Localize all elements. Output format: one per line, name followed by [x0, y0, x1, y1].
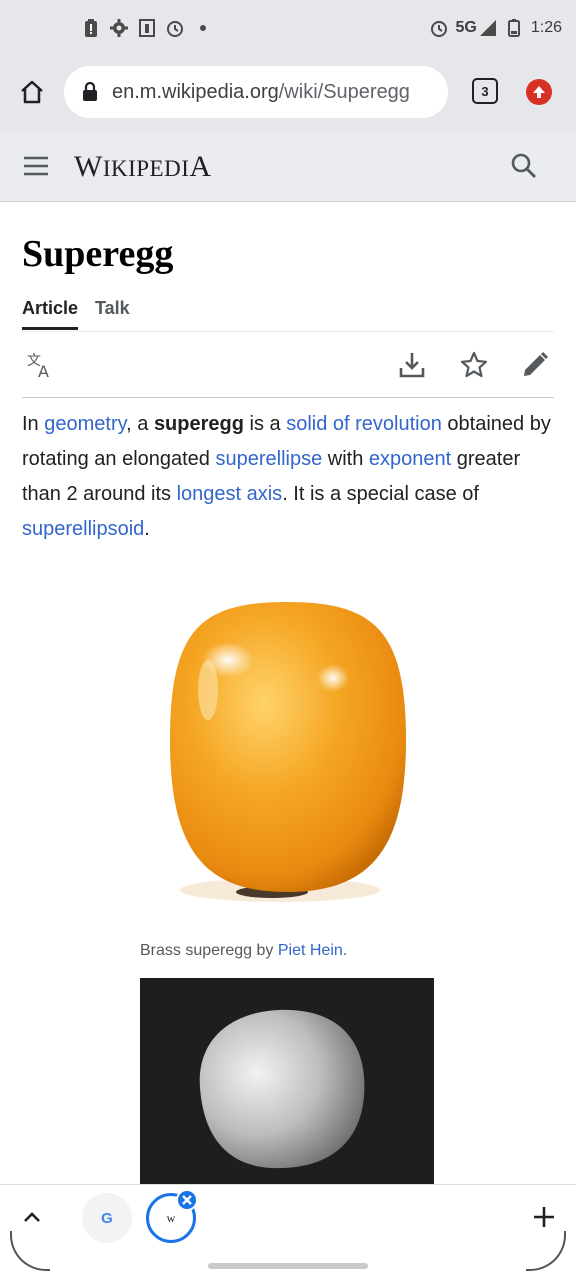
- chevron-up-icon: [24, 1212, 40, 1222]
- link-geometry[interactable]: geometry: [44, 413, 126, 435]
- browser-toolbar: en.m.wikipedia.org/wiki/Superegg 3: [0, 60, 576, 132]
- rendered-superegg-image[interactable]: [140, 978, 434, 1188]
- tab-talk[interactable]: Talk: [95, 298, 130, 327]
- alarm-icon: [430, 18, 448, 38]
- download-button[interactable]: [397, 350, 427, 380]
- arrow-up-icon: [533, 86, 545, 98]
- address-bar[interactable]: en.m.wikipedia.org/wiki/Superegg: [64, 66, 448, 118]
- svg-text:A: A: [38, 362, 49, 380]
- signal-icon: [479, 18, 497, 38]
- settings-icon: [110, 18, 128, 38]
- hamburger-icon: [24, 156, 48, 176]
- alarm-icon: [166, 18, 184, 38]
- notification-dot-icon: [194, 18, 212, 38]
- link-superellipse[interactable]: superellipse: [216, 448, 323, 470]
- translate-icon: 文A: [27, 353, 49, 381]
- bottom-toolbar: G w: [0, 1184, 576, 1280]
- network-type: 5G: [455, 19, 477, 36]
- tab-google[interactable]: G: [82, 1193, 132, 1243]
- page-actions: 文A: [22, 332, 554, 398]
- watch-button[interactable]: [459, 350, 489, 380]
- tab-article[interactable]: Article: [22, 298, 79, 330]
- close-icon: [182, 1195, 192, 1205]
- status-bar: 5G 1:26: [0, 0, 576, 60]
- figure-caption: Brass superegg by Piet Hein.: [140, 942, 348, 959]
- wikipedia-header: WIKIPEDIA: [0, 132, 576, 202]
- update-button[interactable]: [526, 79, 552, 105]
- brass-superegg-image[interactable]: [140, 590, 434, 910]
- search-button[interactable]: [510, 152, 538, 180]
- link-exponent[interactable]: exponent: [369, 448, 451, 470]
- close-tab-button[interactable]: [176, 1189, 198, 1211]
- link-longest-axis[interactable]: longest axis: [177, 483, 283, 505]
- wikipedia-wordmark[interactable]: WIKIPEDIA: [74, 150, 212, 184]
- link-superellipsoid[interactable]: superellipsoid: [22, 518, 144, 540]
- home-button[interactable]: [14, 74, 50, 110]
- home-icon: [21, 80, 43, 104]
- screen-corner: [10, 1231, 50, 1271]
- link-solid-of-revolution[interactable]: solid of revolution: [286, 413, 442, 435]
- lock-icon: [82, 81, 98, 107]
- edit-button[interactable]: [520, 350, 550, 380]
- expand-tabs-button[interactable]: [20, 1205, 44, 1229]
- pencil-icon: [524, 351, 549, 376]
- main-menu-button[interactable]: [22, 154, 50, 178]
- plus-icon: [534, 1207, 554, 1227]
- gesture-handle[interactable]: [208, 1263, 368, 1269]
- alert-icon: [82, 18, 100, 38]
- wikipedia-icon: w: [166, 1210, 176, 1225]
- page-title: Superegg: [22, 233, 174, 275]
- article-tabs: Article Talk: [22, 298, 554, 332]
- intro-paragraph: In geometry, a superegg is a solid of re…: [22, 413, 551, 540]
- new-tab-button[interactable]: [530, 1203, 558, 1231]
- tab-switcher-button[interactable]: 3: [472, 78, 498, 104]
- battery-icon: [505, 18, 523, 38]
- google-icon: G: [101, 1209, 113, 1227]
- link-piet-hein[interactable]: Piet Hein: [278, 942, 343, 959]
- clock: 1:26: [530, 19, 562, 36]
- screenshot-icon: [138, 18, 156, 38]
- screen-corner: [526, 1231, 566, 1271]
- url-text: en.m.wikipedia.org/wiki/Superegg: [112, 81, 410, 103]
- language-button[interactable]: 文A: [26, 350, 56, 381]
- star-icon: [460, 351, 488, 378]
- download-icon: [399, 353, 425, 378]
- search-icon: [511, 153, 536, 178]
